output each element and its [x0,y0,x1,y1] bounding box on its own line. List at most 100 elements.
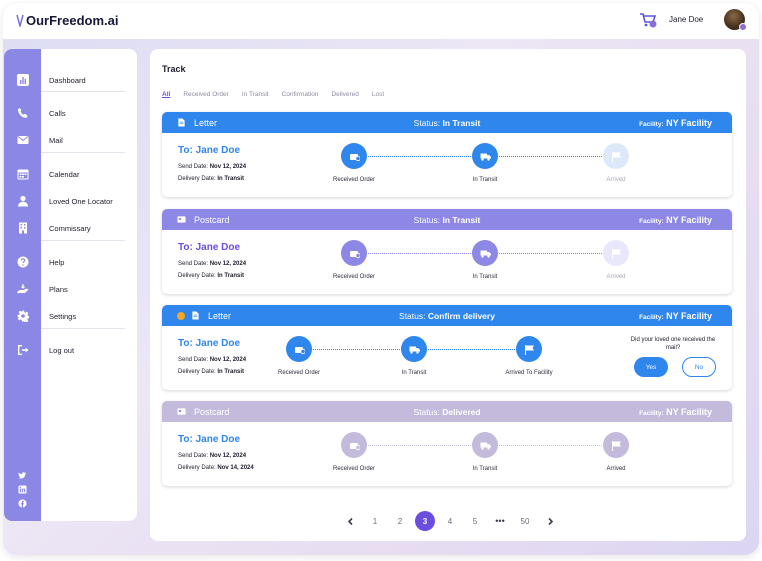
chevron-right-icon[interactable] [540,511,560,531]
sidebar-item-mail[interactable]: Mail [4,129,137,151]
recipient: To: Jane Doe [178,242,241,253]
send-date-label: Send Date: [178,453,209,459]
sidebar-item-label: Help [49,257,65,267]
delivery-date-label: Delivery Date: [178,273,216,279]
sidebar-item-loved-one-locator[interactable]: Loved One Locator [4,190,137,212]
step-label: Received Order [332,466,376,472]
tab-all[interactable]: All [162,91,170,98]
page-4[interactable]: 4 [440,511,460,531]
mail-icon [4,134,41,146]
tab-received-order[interactable]: Received Order [183,91,229,98]
logout-icon [4,344,41,356]
sidebar-item-dashboard[interactable]: Dashboard [4,69,137,91]
no-button[interactable]: No [682,357,716,377]
tab-delivered[interactable]: Delivered [331,91,358,98]
cart-icon[interactable] [639,11,657,29]
filter-tabs: All Received Order In Transit Confirmation D… [162,91,384,98]
page-ellipsis[interactable]: ••• [490,511,510,531]
page-50[interactable]: 50 [515,511,535,531]
delivery-date-label: Delivery Date: [178,176,216,182]
track-panel: Track All Received Order In Transit Confirm… [150,49,746,541]
tab-confirmation[interactable]: Confirmation [282,91,319,98]
delivery-date-value: Nov 14, 2024 [217,465,254,471]
sidebar-item-plans[interactable]: Plans [4,278,137,300]
page-2[interactable]: 2 [390,511,410,531]
step-label: Arrived [606,274,626,280]
sidebar-item-label: Commissary [49,223,91,233]
sidebar-item-label: Dashboard [49,75,86,85]
status-label: Status: [413,117,441,128]
step-received-order: Received Order [314,432,394,472]
mail-received-icon [286,336,312,362]
mail-card-letter[interactable]: Letter Status: Confirm delivery Facility: … [162,305,732,390]
step-label: Received Order [332,274,376,280]
truck-icon [472,432,498,458]
page-1[interactable]: 1 [365,511,385,531]
page-3[interactable]: 3 [415,511,435,531]
step-arrived: Arrived [576,143,656,183]
sidebar-item-label: Plans [49,284,68,294]
card-header: Postcard Status: Delivered Facility: NY Fa… [162,401,732,422]
facility-value: NY Facility [666,117,712,128]
nav-divider [41,152,125,153]
tab-in-transit[interactable]: In Transit [242,91,269,98]
status-label: Status: [413,406,440,417]
page-title: Track [162,64,186,74]
delivery-date-label: Delivery Date: [178,465,216,471]
sidebar-item-settings[interactable]: Settings [4,305,137,327]
yes-button[interactable]: Yes [634,357,668,377]
nav-divider [41,328,125,329]
page-5[interactable]: 5 [465,511,485,531]
hand-icon [4,283,41,295]
delivery-date-label: Delivery Date: [178,369,216,375]
chevron-left-icon[interactable] [340,511,360,531]
send-date: Send Date: Nov 12, 2024 [178,357,246,363]
send-date-label: Send Date: [178,164,209,170]
card-header: Letter Status: Confirm delivery Facility: … [162,305,732,326]
facility-text: Facility: NY Facility [639,407,712,417]
sidebar-item-calls[interactable]: Calls [4,102,137,124]
recipient: To: Jane Doe [178,434,241,445]
status-value: In Transit [442,117,481,128]
tab-lost[interactable]: Lost [372,91,384,98]
send-date-value: Nov 12, 2024 [209,357,247,363]
step-label: In Transit [472,177,498,183]
sidebar-item-label: Log out [49,345,75,355]
twitter-icon[interactable] [16,469,28,481]
mail-card-postcard[interactable]: Postcard Status: In Transit Facility: NY F… [162,209,732,294]
mail-received-icon [341,240,367,266]
facility-label: Facility: [639,217,664,225]
flag-icon [516,336,542,362]
facility-label: Facility: [639,409,664,417]
calendar-icon [4,168,41,180]
step-received-order: Received Order [314,143,394,183]
facility-value: NY Facility [666,214,712,225]
mail-received-icon [341,143,367,169]
step-label: Received Order [277,370,321,376]
delivery-date: Delivery Date: In Transit [178,273,244,279]
truck-icon [401,336,427,362]
send-date: Send Date: Nov 12, 2024 [178,261,246,267]
logo[interactable]: OurFreedom.ai [16,13,118,28]
linkedin-icon[interactable] [16,483,28,495]
sidebar-item-label: Loved One Locator [49,196,113,206]
sidebar-item-help[interactable]: Help [4,251,137,273]
step-in-transit: In Transit [445,240,525,280]
status-value: Delivered [442,406,481,417]
send-date-label: Send Date: [178,357,209,363]
sidebar-item-log-out[interactable]: Log out [4,339,137,361]
facebook-icon[interactable] [16,497,28,509]
sidebar-item-label: Settings [49,311,77,321]
sidebar-item-calendar[interactable]: Calendar [4,163,137,185]
sidebar: Dashboard Calls Mail Calendar Loved One Loca… [4,49,137,521]
logo-mark-icon [16,14,24,27]
step-label: Arrived To Facility [505,370,553,376]
mail-card-postcard[interactable]: Postcard Status: Delivered Facility: NY Fa… [162,401,732,486]
step-received-order: Received Order [259,336,339,376]
user-name[interactable]: Jane Doe [669,15,703,24]
sidebar-item-commissary[interactable]: Commissary [4,217,137,239]
person-icon [4,195,41,207]
mail-card-letter[interactable]: Letter Status: In Transit Facility: NY Fac… [162,112,732,197]
step-label: In Transit [472,466,498,472]
flag-icon [603,432,629,458]
